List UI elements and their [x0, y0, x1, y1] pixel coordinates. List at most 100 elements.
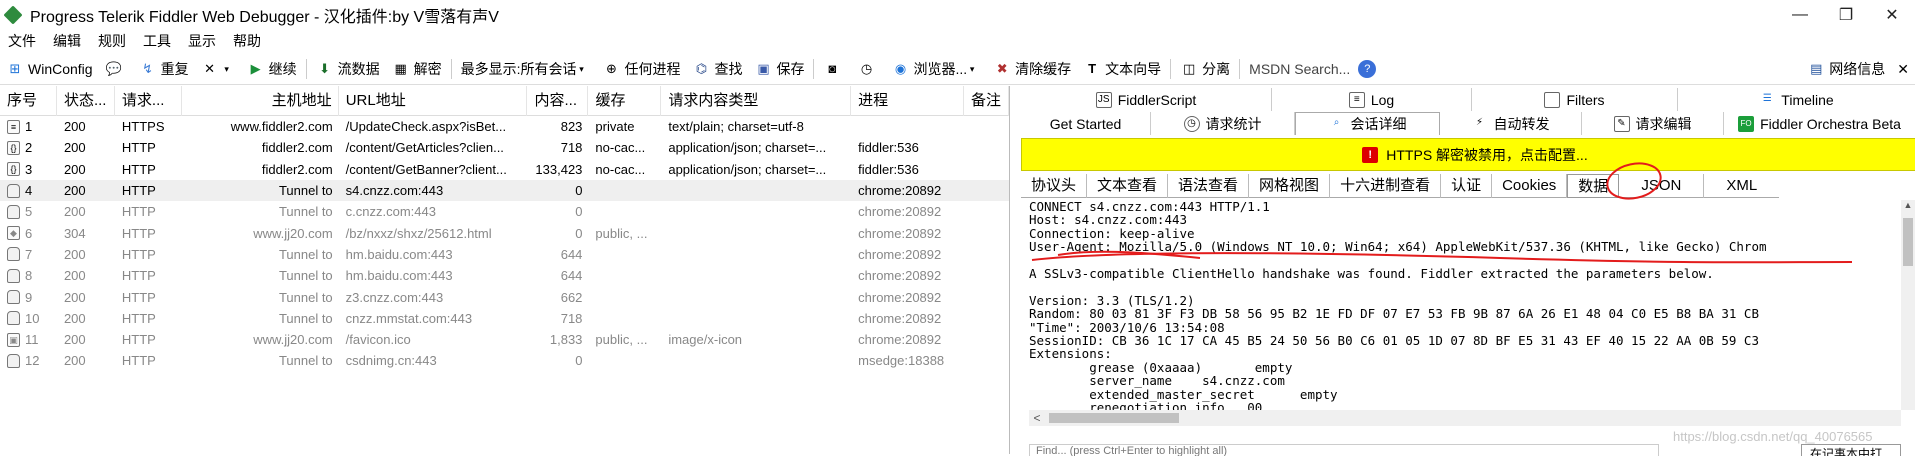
- cell-host: Tunnel to: [278, 183, 333, 199]
- inspector-tab-syntaxview[interactable]: 语法查看: [1168, 174, 1250, 198]
- winconfig-button[interactable]: ⊞ WinConfig: [0, 60, 99, 78]
- scroll-thumb[interactable]: [1903, 218, 1913, 266]
- inspector-tab-webforms[interactable]: 网格视图: [1249, 174, 1331, 198]
- table-row[interactable]: ◆ 6 304 HTTP www.jj20.com/bz/nxxz/shxz/25612…: [0, 222, 1009, 243]
- close-pane-icon[interactable]: ✕: [1897, 61, 1909, 78]
- inspector-tab-textview[interactable]: 文本查看: [1087, 174, 1169, 198]
- tab-autoresponder[interactable]: ⚡ 自动转发: [1440, 112, 1582, 135]
- tab-composer[interactable]: ✎ 请求编辑: [1582, 112, 1724, 135]
- menu-rules[interactable]: 规则: [90, 31, 135, 51]
- column-header-comments[interactable]: 备注: [964, 85, 1009, 116]
- scroll-left-icon[interactable]: <: [1029, 411, 1045, 425]
- menu-file[interactable]: 文件: [0, 31, 45, 51]
- column-header-body[interactable]: 内容...: [527, 85, 589, 116]
- table-row[interactable]: {} 2 200 HTTP fiddler2.com/content/GetArticl…: [0, 137, 1009, 158]
- msdn-search-box[interactable]: MSDN Search... ?: [1243, 59, 1386, 78]
- column-header-url[interactable]: URL地址: [339, 85, 528, 116]
- menu-edit[interactable]: 编辑: [45, 31, 90, 51]
- column-header-caching[interactable]: 缓存: [588, 85, 662, 116]
- cell-content-type: text/plain; charset=utf-8: [668, 119, 804, 135]
- column-header-host[interactable]: 主机地址: [182, 85, 339, 116]
- network-info-button[interactable]: ▤ 网络信息: [1801, 59, 1891, 79]
- tab-orchestra[interactable]: FO Fiddler Orchestra Beta: [1724, 112, 1915, 135]
- column-header-protocol[interactable]: 请求...: [115, 85, 182, 116]
- fiddler-logo-icon: [3, 5, 23, 25]
- tab-fiddlerscript[interactable]: JS FiddlerScript: [1021, 88, 1272, 111]
- toolbar-separator: [305, 58, 307, 79]
- table-row[interactable]: 10 200 HTTP Tunnel to cnzz.mmstat.com:443 718…: [0, 308, 1009, 329]
- menu-view[interactable]: 显示: [180, 31, 225, 51]
- table-row[interactable]: ▣ 11 200 HTTP www.jj20.com/favicon.ico 1,833 p…: [0, 329, 1009, 350]
- text-wizard-button[interactable]: T 文本向导: [1077, 59, 1167, 79]
- inspector-tab-cookies[interactable]: Cookies: [1492, 174, 1568, 198]
- cell-id: 9: [0, 290, 57, 305]
- table-row[interactable]: 12 200 HTTP Tunnel to csdnimg.cn:443 0 msedge:…: [0, 350, 1009, 371]
- text-line: [1029, 280, 1901, 293]
- inspector-tab-headers[interactable]: 协议头: [1021, 174, 1088, 198]
- column-header-process[interactable]: 进程: [851, 85, 965, 116]
- tab-timeline[interactable]: ☰ Timeline: [1678, 88, 1915, 111]
- inspector-tab-json[interactable]: JSON: [1619, 174, 1705, 198]
- column-header-id[interactable]: 序号: [0, 85, 57, 116]
- menu-help[interactable]: 帮助: [225, 31, 270, 51]
- doc-icon: ≡: [7, 119, 20, 134]
- table-row[interactable]: 7 200 HTTP Tunnel to hm.baidu.com:443 644 chro…: [0, 244, 1009, 265]
- tab-statistics[interactable]: ◷ 请求统计: [1151, 112, 1295, 135]
- cell-status: 200: [63, 119, 86, 135]
- scroll-thumb[interactable]: [1049, 413, 1179, 423]
- stream-button[interactable]: ⬇ 流数据: [310, 59, 386, 79]
- inspector-tab-raw[interactable]: 数据: [1567, 174, 1620, 198]
- column-header-content-type[interactable]: 请求内容类型: [661, 85, 852, 116]
- cell-body: 644: [560, 246, 583, 262]
- cell-body: 0: [575, 204, 583, 220]
- tab-fiddlerscript-label: FiddlerScript: [1117, 91, 1197, 108]
- inspector-tab-auth[interactable]: 认证: [1441, 174, 1493, 198]
- tab-get-started[interactable]: Get Started: [1021, 112, 1151, 135]
- column-header-status[interactable]: 状态...: [57, 85, 115, 116]
- scroll-up-icon[interactable]: ▲: [1901, 200, 1915, 210]
- remove-button[interactable]: ✕ ▾: [195, 60, 241, 78]
- maximize-button[interactable]: ❐: [1823, 0, 1869, 30]
- any-process-label: 任何进程: [624, 60, 681, 77]
- comment-icon: 💬: [105, 60, 122, 76]
- inspector-tab-xml[interactable]: XML: [1704, 174, 1779, 198]
- https-warning-bar[interactable]: ! HTTPS 解密被禁用，点击配置...: [1021, 138, 1915, 171]
- clear-cache-button[interactable]: ✖ 清除缓存: [987, 59, 1077, 79]
- cell-process: chrome:20892: [858, 332, 942, 348]
- minimize-button[interactable]: —: [1777, 0, 1823, 30]
- decode-button[interactable]: ▦ 解密: [386, 59, 448, 79]
- horizontal-scrollbar[interactable]: <: [1029, 410, 1901, 426]
- table-row[interactable]: {} 3 200 HTTP fiddler2.com/content/GetBanner…: [0, 159, 1009, 180]
- table-row[interactable]: 4 200 HTTP Tunnel to s4.cnzz.com:443 0 chrome:…: [0, 179, 1009, 202]
- table-row[interactable]: 8 200 HTTP Tunnel to hm.baidu.com:443 644 chro…: [0, 265, 1009, 286]
- replay-button[interactable]: ↯ 重复: [133, 59, 195, 79]
- go-button[interactable]: ▶ 继续: [241, 59, 303, 79]
- table-row[interactable]: 5 200 HTTP Tunnel to c.cnzz.com:443 0 chrome:2…: [0, 201, 1009, 222]
- close-button[interactable]: ✕: [1869, 0, 1915, 30]
- camera-button[interactable]: ◙: [817, 60, 851, 78]
- find-input[interactable]: Find... (press Ctrl+Enter to highlight a…: [1029, 444, 1659, 456]
- remove-icon: ✕: [204, 60, 216, 76]
- cell-url: /content/GetBanner?client...: [345, 161, 507, 177]
- comment-button[interactable]: 💬: [99, 60, 133, 78]
- tab-log[interactable]: ≡ Log: [1272, 88, 1472, 111]
- inspector-tab-hexview[interactable]: 十六进制查看: [1330, 174, 1442, 198]
- orchestra-icon: FO: [1738, 115, 1755, 132]
- save-button[interactable]: ▣ 保存: [748, 59, 810, 79]
- timer-button[interactable]: ◷: [851, 60, 885, 78]
- table-row[interactable]: 9 200 HTTP Tunnel to z3.cnzz.com:443 662 chrom…: [0, 286, 1009, 307]
- cell-id: ≡ 1: [0, 119, 57, 134]
- browse-button[interactable]: ◉ 浏览器... ▾: [885, 59, 987, 79]
- view-in-notepad-button[interactable]: 在记事本中打...: [1801, 444, 1901, 456]
- tab-filters[interactable]: Filters: [1472, 88, 1678, 111]
- raw-request-text[interactable]: CONNECT s4.cnzz.com:443 HTTP/1.1 Host: s4…: [1029, 200, 1901, 410]
- table-row[interactable]: ≡ 1 200 HTTPS www.fiddler2.com/UpdateCheck.a…: [0, 116, 1009, 137]
- menu-tools[interactable]: 工具: [135, 31, 180, 51]
- vertical-scrollbar[interactable]: ▲: [1901, 200, 1915, 410]
- toolbar-separator: [1239, 58, 1241, 79]
- keep-sessions-dropdown[interactable]: 最多显示: 所有会话 ▾: [455, 59, 597, 79]
- any-process-button[interactable]: ⊕ 任何进程: [596, 59, 686, 79]
- tearoff-button[interactable]: ◫ 分离: [1174, 59, 1236, 79]
- find-button[interactable]: ⌬ 查找: [686, 59, 748, 79]
- tab-inspectors[interactable]: ⌕ 会话详细: [1295, 112, 1440, 135]
